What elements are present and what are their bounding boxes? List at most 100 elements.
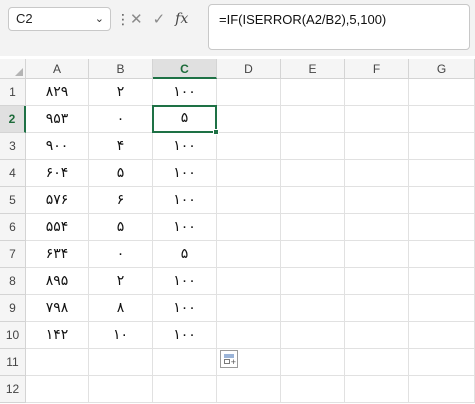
cell-e3[interactable] <box>281 133 345 160</box>
cell-c11[interactable] <box>153 349 217 376</box>
cell-e4[interactable] <box>281 160 345 187</box>
cell-g6[interactable] <box>409 214 475 241</box>
column-header-f[interactable]: F <box>345 59 409 79</box>
row-header-8[interactable]: 8 <box>0 268 26 295</box>
cell-d8[interactable] <box>217 268 281 295</box>
cell-a1[interactable]: ۸۲۹ <box>26 79 89 106</box>
cell-a2[interactable]: ۹۵۳ <box>26 106 89 133</box>
cell-f1[interactable] <box>345 79 409 106</box>
cell-g3[interactable] <box>409 133 475 160</box>
cell-d7[interactable] <box>217 241 281 268</box>
cell-e2[interactable] <box>281 106 345 133</box>
cell-d5[interactable] <box>217 187 281 214</box>
row-header-7[interactable]: 7 <box>0 241 26 268</box>
row-header-10[interactable]: 10 <box>0 322 26 349</box>
chevron-down-icon[interactable]: ⌄ <box>95 8 104 30</box>
cell-d9[interactable] <box>217 295 281 322</box>
cell-c12[interactable] <box>153 376 217 403</box>
cell-f2[interactable] <box>345 106 409 133</box>
cell-c6[interactable]: ۱۰۰ <box>153 214 217 241</box>
cell-e8[interactable] <box>281 268 345 295</box>
cell-f5[interactable] <box>345 187 409 214</box>
cell-c5[interactable]: ۱۰۰ <box>153 187 217 214</box>
cell-d6[interactable] <box>217 214 281 241</box>
cell-g4[interactable] <box>409 160 475 187</box>
cell-a11[interactable] <box>26 349 89 376</box>
fill-handle[interactable] <box>213 129 219 135</box>
column-header-d[interactable]: D <box>217 59 281 79</box>
cell-c10[interactable]: ۱۰۰ <box>153 322 217 349</box>
cell-c8[interactable]: ۱۰۰ <box>153 268 217 295</box>
cell-g10[interactable] <box>409 322 475 349</box>
cell-e12[interactable] <box>281 376 345 403</box>
cell-b4[interactable]: ۵ <box>89 160 153 187</box>
cell-d4[interactable] <box>217 160 281 187</box>
row-header-6[interactable]: 6 <box>0 214 26 241</box>
cell-a5[interactable]: ۵۷۶ <box>26 187 89 214</box>
quick-analysis-icon[interactable]: + <box>220 350 238 368</box>
cell-a4[interactable]: ۶۰۴ <box>26 160 89 187</box>
cell-c2[interactable]: ۵ <box>152 105 217 133</box>
name-box-value[interactable]: C2 <box>16 11 33 26</box>
enter-icon[interactable]: ✓ <box>153 10 166 28</box>
cell-c4[interactable]: ۱۰۰ <box>153 160 217 187</box>
cell-f12[interactable] <box>345 376 409 403</box>
cell-g2[interactable] <box>409 106 475 133</box>
cell-d2[interactable] <box>217 106 281 133</box>
more-options-icon[interactable]: ⋮ <box>116 10 130 28</box>
cell-g1[interactable] <box>409 79 475 106</box>
cell-c1[interactable]: ۱۰۰ <box>153 79 217 106</box>
cell-e10[interactable] <box>281 322 345 349</box>
cell-b6[interactable]: ۵ <box>89 214 153 241</box>
cell-e1[interactable] <box>281 79 345 106</box>
cell-a12[interactable] <box>26 376 89 403</box>
row-header-9[interactable]: 9 <box>0 295 26 322</box>
row-header-2[interactable]: 2 <box>0 106 26 133</box>
row-header-12[interactable]: 12 <box>0 376 26 403</box>
cell-b3[interactable]: ۴ <box>89 133 153 160</box>
cell-d1[interactable] <box>217 79 281 106</box>
column-header-g[interactable]: G <box>409 59 475 79</box>
cell-a8[interactable]: ۸۹۵ <box>26 268 89 295</box>
insert-function-icon[interactable]: fx <box>175 11 188 27</box>
cell-b5[interactable]: ۶ <box>89 187 153 214</box>
cell-a3[interactable]: ۹۰۰ <box>26 133 89 160</box>
cell-a9[interactable]: ۷۹۸ <box>26 295 89 322</box>
cell-f8[interactable] <box>345 268 409 295</box>
cell-e11[interactable] <box>281 349 345 376</box>
cell-b1[interactable]: ۲ <box>89 79 153 106</box>
cell-f3[interactable] <box>345 133 409 160</box>
cell-d12[interactable] <box>217 376 281 403</box>
cell-f6[interactable] <box>345 214 409 241</box>
cell-f4[interactable] <box>345 160 409 187</box>
row-header-4[interactable]: 4 <box>0 160 26 187</box>
column-header-a[interactable]: A <box>26 59 89 79</box>
row-header-3[interactable]: 3 <box>0 133 26 160</box>
cell-g8[interactable] <box>409 268 475 295</box>
cell-e5[interactable] <box>281 187 345 214</box>
row-header-5[interactable]: 5 <box>0 187 26 214</box>
cell-g12[interactable] <box>409 376 475 403</box>
cell-g7[interactable] <box>409 241 475 268</box>
name-box[interactable]: C2 ⌄ <box>8 7 111 31</box>
cell-g9[interactable] <box>409 295 475 322</box>
column-header-b[interactable]: B <box>89 59 153 79</box>
cell-e6[interactable] <box>281 214 345 241</box>
cell-g5[interactable] <box>409 187 475 214</box>
cell-g11[interactable] <box>409 349 475 376</box>
cell-d10[interactable] <box>217 322 281 349</box>
cell-f10[interactable] <box>345 322 409 349</box>
cell-b10[interactable]: ۱۰ <box>89 322 153 349</box>
row-header-1[interactable]: 1 <box>0 79 26 106</box>
cell-f7[interactable] <box>345 241 409 268</box>
cell-a7[interactable]: ۶۳۴ <box>26 241 89 268</box>
cell-b11[interactable] <box>89 349 153 376</box>
cell-e9[interactable] <box>281 295 345 322</box>
cell-b7[interactable]: ۰ <box>89 241 153 268</box>
column-header-c[interactable]: C <box>153 59 217 79</box>
cell-b2[interactable]: ۰ <box>89 106 153 133</box>
cell-c9[interactable]: ۱۰۰ <box>153 295 217 322</box>
cell-b8[interactable]: ۲ <box>89 268 153 295</box>
cell-c3[interactable]: ۱۰۰ <box>153 133 217 160</box>
cell-c7[interactable]: ۵ <box>153 241 217 268</box>
